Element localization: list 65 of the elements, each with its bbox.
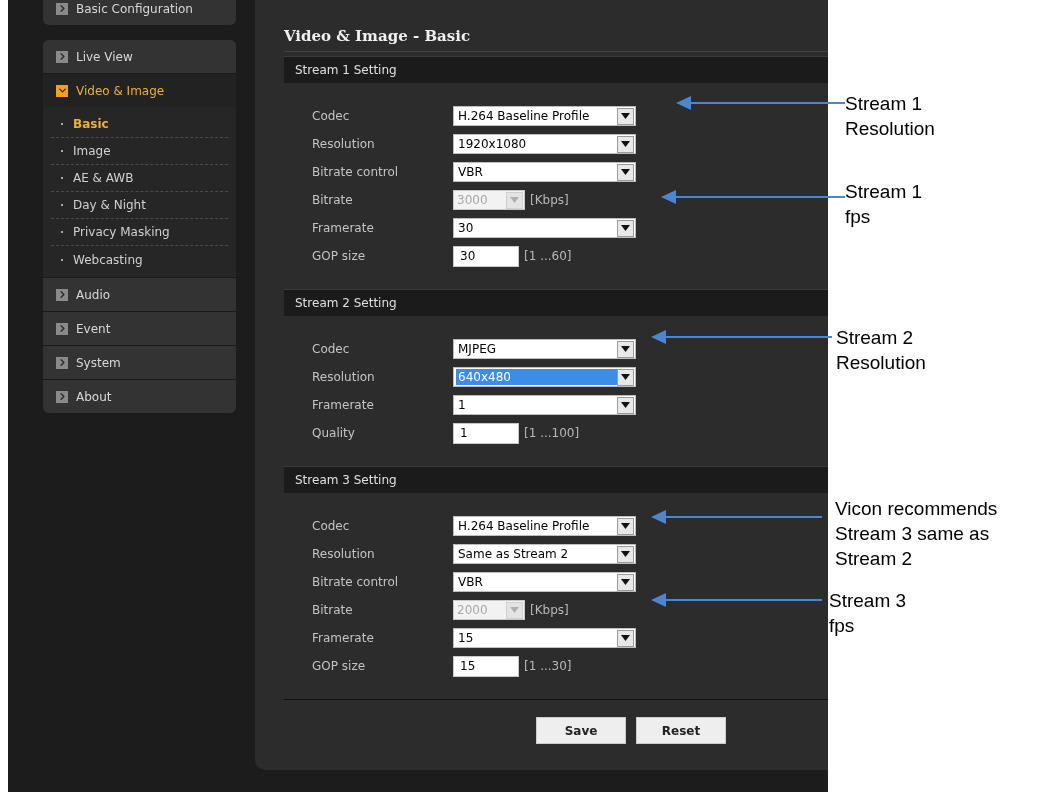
field-label: Framerate: [312, 630, 375, 647]
callout-text: Stream 1 fps: [845, 180, 923, 229]
menu-item[interactable]: Event: [43, 312, 236, 345]
chevron-right-icon: [56, 2, 68, 15]
callout-text: Stream 1 Resolution: [845, 92, 935, 141]
input-field[interactable]: 1: [453, 422, 519, 444]
field-label: Framerate: [312, 397, 375, 414]
callout-text: Stream 3 fps: [829, 589, 907, 638]
field-label: Bitrate: [312, 192, 354, 209]
submenu-item[interactable]: Day & Night: [51, 192, 228, 219]
menu-item[interactable]: Audio: [43, 278, 236, 311]
submenu-item[interactable]: AE & AWB: [51, 165, 228, 192]
dropdown-select[interactable]: 1: [453, 395, 636, 415]
dropdown-select[interactable]: Same as Stream 2: [453, 544, 636, 564]
page-title: Video & Image - Basic: [284, 26, 471, 48]
field-label: Resolution: [312, 136, 376, 153]
chevron-down-icon: [56, 84, 68, 97]
menu-item[interactable]: Video & Image: [43, 74, 236, 107]
menu-item[interactable]: About: [43, 380, 236, 413]
field-label: Bitrate: [312, 602, 354, 619]
menu-item[interactable]: Basic Configuration: [43, 0, 236, 25]
input-field[interactable]: 15: [453, 655, 519, 677]
submenu-item[interactable]: Webcasting: [51, 246, 228, 273]
field-label: Codec: [312, 518, 351, 535]
callout-text: Stream 2 Resolution: [836, 326, 926, 375]
chevron-right-icon: [56, 50, 68, 63]
chevron-right-icon: [56, 322, 68, 335]
dropdown-select[interactable]: MJPEG: [453, 339, 636, 359]
field-label: GOP size: [312, 248, 367, 265]
menu-item[interactable]: Live View: [43, 40, 236, 73]
dropdown-select[interactable]: H.264 Baseline Profile: [453, 516, 636, 536]
field-label: Bitrate control: [312, 574, 400, 591]
range-label: [1 ...60]: [524, 248, 572, 265]
submenu-item[interactable]: Basic: [51, 111, 228, 138]
section-header: Stream 1 Setting: [284, 56, 828, 83]
menu-item[interactable]: System: [43, 346, 236, 379]
field-label: Quality: [312, 425, 356, 442]
dropdown-select[interactable]: 30: [453, 218, 636, 238]
unit-label: [Kbps]: [530, 602, 569, 619]
dropdown-select[interactable]: VBR: [453, 572, 636, 592]
section-header: Stream 3 Setting: [284, 466, 828, 493]
field-label: Codec: [312, 108, 351, 125]
range-label: [1 ...30]: [524, 658, 572, 675]
dropdown-select[interactable]: H.264 Baseline Profile: [453, 106, 636, 126]
field-label: Framerate: [312, 220, 375, 237]
action-button[interactable]: Save: [536, 717, 626, 744]
submenu-item[interactable]: Privacy Masking: [51, 219, 228, 246]
callout-text: Vicon recommends Stream 3 same as Stream 2: [835, 497, 998, 571]
field-label: Resolution: [312, 546, 376, 563]
unit-label: [Kbps]: [530, 192, 569, 209]
dropdown-select[interactable]: 1920x1080: [453, 134, 636, 154]
dropdown-select[interactable]: VBR: [453, 162, 636, 182]
dropdown-select[interactable]: 15: [453, 628, 636, 648]
section-header: Stream 2 Setting: [284, 289, 828, 316]
chevron-right-icon: [56, 288, 68, 301]
range-label: [1 ...100]: [524, 425, 580, 442]
field-label: Codec: [312, 341, 351, 358]
input-field[interactable]: 30: [453, 245, 519, 267]
field-label: Resolution: [312, 369, 376, 386]
field-label: GOP size: [312, 658, 367, 675]
submenu-item[interactable]: Image: [51, 138, 228, 165]
chevron-right-icon: [56, 356, 68, 369]
chevron-right-icon: [56, 390, 68, 403]
action-button[interactable]: Reset: [636, 717, 726, 744]
field-label: Bitrate control: [312, 164, 400, 181]
